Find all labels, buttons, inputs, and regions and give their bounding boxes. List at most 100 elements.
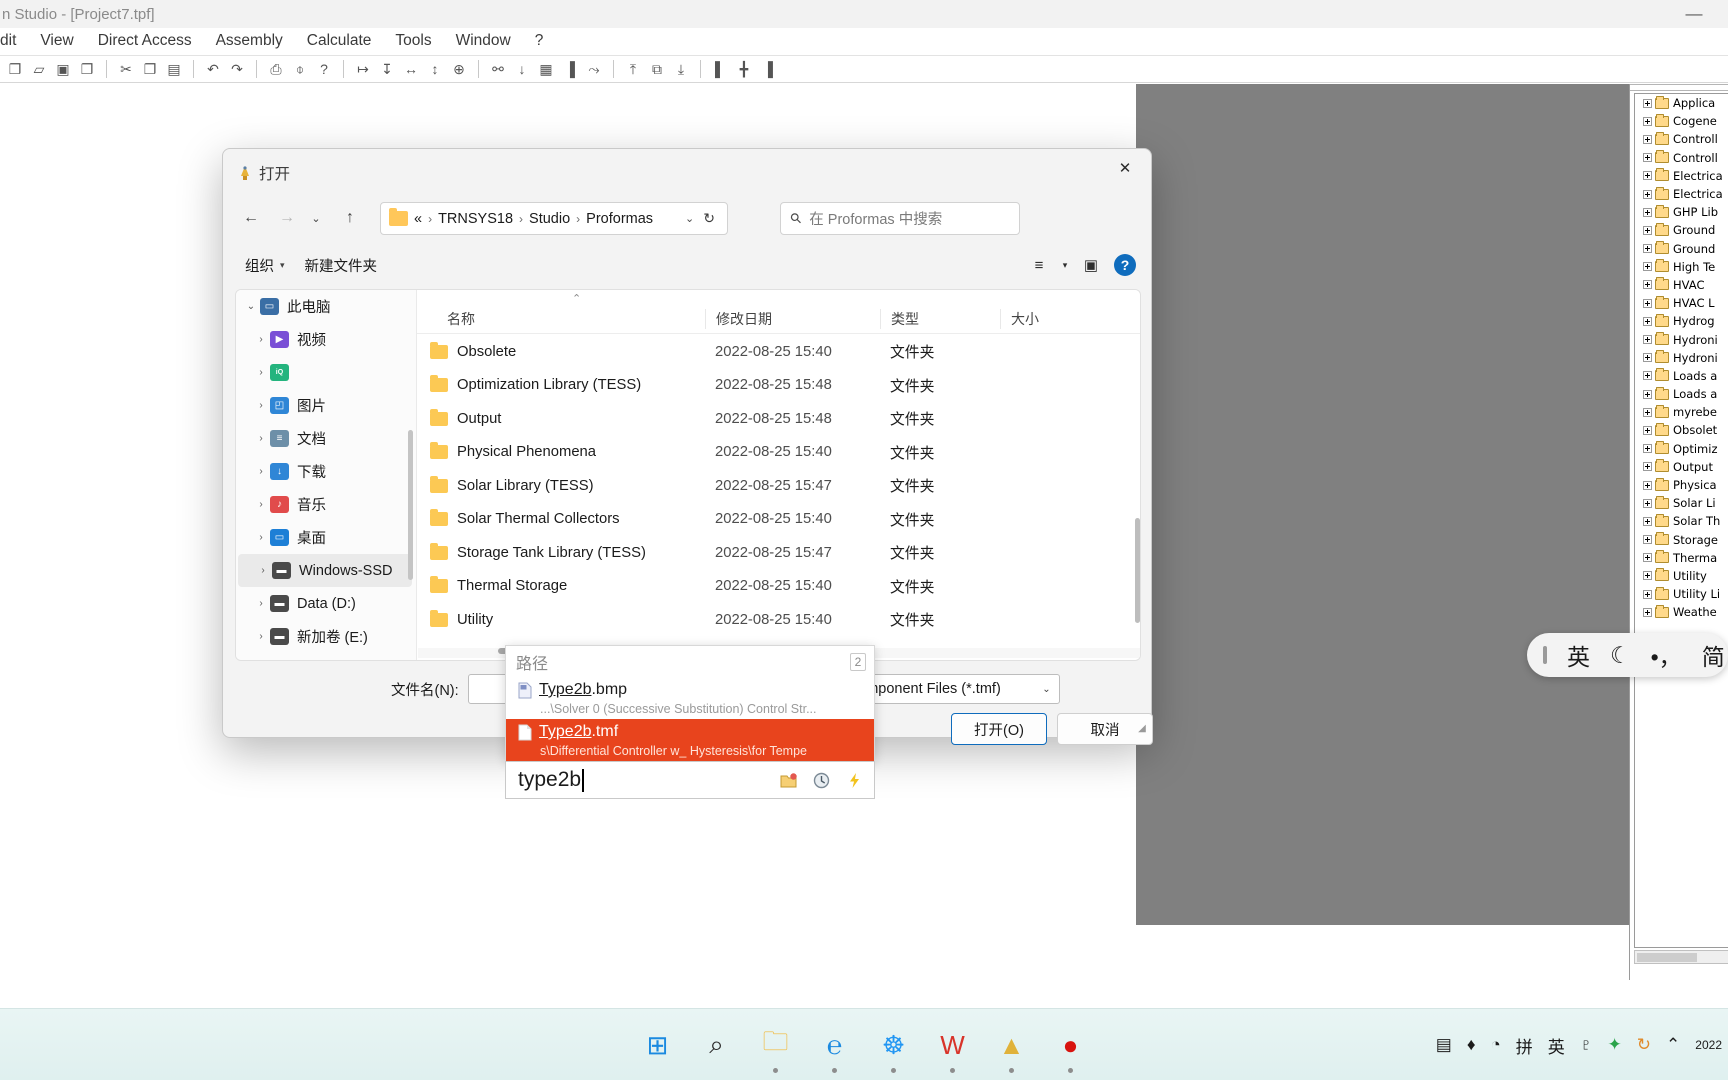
tree-item[interactable]: Optimiz (1635, 440, 1728, 458)
save-icon[interactable]: ▣ (52, 58, 74, 80)
trnsys-icon[interactable]: ▲ (995, 1028, 1029, 1062)
expand-icon[interactable] (1643, 426, 1652, 435)
tree-item[interactable]: HVAC (1635, 276, 1728, 294)
menu-item-view[interactable]: View (28, 32, 85, 50)
align-horizontal-icon[interactable]: ↦ (352, 58, 374, 80)
file-list-scrollbar[interactable] (1135, 518, 1140, 623)
column-header-type[interactable]: 类型 (880, 309, 1000, 329)
help-button[interactable]: ? (1109, 250, 1141, 280)
file-explorer-icon[interactable]: 🗀 (759, 1028, 793, 1062)
ime-drag-handle[interactable] (1543, 646, 1547, 664)
chevron-up-icon[interactable]: ⌃ (1666, 1035, 1680, 1055)
expand-icon[interactable] (1643, 244, 1652, 253)
chevron-right-icon[interactable]: › (252, 367, 270, 378)
menu-item-help[interactable]: ? (523, 32, 556, 50)
tree-item[interactable]: Hydroni (1635, 349, 1728, 367)
edge-icon[interactable]: ℮ (818, 1028, 852, 1062)
tree-item[interactable]: Controll (1635, 149, 1728, 167)
chevron-right-icon[interactable]: › (252, 598, 270, 609)
back-button[interactable]: ← (236, 203, 266, 233)
nav-pane-item-音乐[interactable]: ›♪音乐 (236, 488, 416, 521)
expand-icon[interactable] (1643, 353, 1652, 362)
tree-item[interactable]: High Te (1635, 258, 1728, 276)
close-icon[interactable]: ✕ (1103, 153, 1147, 183)
expand-icon[interactable] (1643, 226, 1652, 235)
chevron-right-icon[interactable]: › (252, 466, 270, 477)
table-row[interactable]: Physical Phenomena2022-08-25 15:40文件夹 (417, 436, 1141, 470)
file-list-pane[interactable]: ⌃ 名称 修改日期 类型 大小 Obsolete2022-08-25 15:40… (417, 290, 1141, 660)
nav-pane-item-图片[interactable]: ›◰图片 (236, 389, 416, 422)
autocomplete-item[interactable]: Type2b.tmfs\Differential Controller w_ H… (506, 719, 874, 761)
autocomplete-items[interactable]: Type2b.bmp...\Solver 0 (Successive Subst… (506, 677, 874, 761)
distribute-v-icon[interactable]: ↕ (424, 58, 446, 80)
tree-item[interactable]: Ground (1635, 221, 1728, 239)
tree-horizontal-scrollbar[interactable] (1634, 950, 1728, 964)
expand-icon[interactable] (1643, 517, 1652, 526)
tree-item[interactable]: Storage (1635, 531, 1728, 549)
tree-item[interactable]: Hydroni (1635, 330, 1728, 348)
taskbar-clock[interactable]: 2022 (1695, 1038, 1722, 1053)
expand-icon[interactable] (1643, 571, 1652, 580)
tree-item[interactable]: HVAC L (1635, 294, 1728, 312)
expand-icon[interactable] (1643, 190, 1652, 199)
nav-pane-scrollbar[interactable] (408, 430, 413, 580)
autocomplete-item[interactable]: Type2b.bmp...\Solver 0 (Successive Subst… (506, 677, 874, 719)
minimize-button[interactable]: — (1674, 2, 1714, 26)
expand-icon[interactable] (1643, 481, 1652, 490)
forward-button[interactable]: → (272, 203, 302, 233)
expand-icon[interactable] (1643, 335, 1652, 344)
tree-item[interactable]: myrebe (1635, 403, 1728, 421)
resize-grip[interactable]: ◢ (1136, 723, 1148, 735)
table-row[interactable]: Solar Library (TESS)2022-08-25 15:47文件夹 (417, 469, 1141, 503)
table-row[interactable]: Utility2022-08-25 15:40文件夹 (417, 603, 1141, 637)
expand-icon[interactable] (1643, 153, 1652, 162)
open-icon[interactable]: ▱ (28, 58, 50, 80)
address-bar[interactable]: « › TRNSYS18 › Studio › Proformas ⌄ ↻ (380, 202, 728, 235)
table-row[interactable]: Output2022-08-25 15:48文件夹 (417, 402, 1141, 436)
search-icon[interactable]: ⌕ (700, 1028, 734, 1062)
tree-item[interactable]: Obsolet (1635, 421, 1728, 439)
expand-icon[interactable] (1643, 117, 1652, 126)
table-row[interactable]: Optimization Library (TESS)2022-08-25 15… (417, 369, 1141, 403)
open-button[interactable]: 打开(O) (951, 713, 1047, 745)
menu-item-calculate[interactable]: Calculate (295, 32, 384, 50)
copy-icon[interactable]: ❐ (139, 58, 161, 80)
new-icon[interactable]: ❐ (4, 58, 26, 80)
expand-icon[interactable] (1643, 371, 1652, 380)
wifi-icon[interactable]: ◔ (1491, 1035, 1501, 1055)
expand-icon[interactable] (1643, 535, 1652, 544)
tree-item[interactable]: Output (1635, 458, 1728, 476)
wps-icon[interactable]: W (936, 1028, 970, 1062)
tree-item[interactable]: Therma (1635, 549, 1728, 567)
nav-pane-item-Data (D:)[interactable]: ›▬Data (D:) (236, 587, 416, 620)
ime-pinyin-icon[interactable]: 拼 (1516, 1033, 1533, 1058)
group-left-icon[interactable]: ▌ (709, 58, 731, 80)
distribute-h-icon[interactable]: ↔ (400, 58, 422, 80)
align-bottom-icon[interactable]: ⤓ (670, 58, 692, 80)
expand-icon[interactable] (1643, 408, 1652, 417)
nav-pane-item-文档[interactable]: ›≡文档 (236, 422, 416, 455)
new-folder-button[interactable]: 新建文件夹 (295, 250, 388, 280)
sync-icon[interactable]: ↻ (1637, 1035, 1651, 1055)
tree-item[interactable]: Solar Li (1635, 494, 1728, 512)
battery-icon[interactable]: ▤ (1436, 1035, 1452, 1055)
ime-floating-bar[interactable]: 英 ☾ •， 简 (1527, 633, 1728, 677)
column-header-size[interactable]: 大小 (1000, 309, 1110, 329)
start-icon[interactable]: ⊞ (641, 1028, 675, 1062)
ime-lang-icon[interactable]: 英 (1548, 1033, 1565, 1058)
save-all-icon[interactable]: ❐ (76, 58, 98, 80)
menu-item-assembly[interactable]: Assembly (204, 32, 295, 50)
paste-icon[interactable]: ▤ (163, 58, 185, 80)
chevron-down-icon[interactable]: ▾ (1057, 250, 1073, 280)
group-right-icon[interactable]: ▐ (757, 58, 779, 80)
chevron-right-icon[interactable]: › (252, 499, 270, 510)
organize-button[interactable]: 组织 ▾ (235, 250, 295, 280)
align-top-icon[interactable]: ⤒ (622, 58, 644, 80)
tree-item[interactable]: Applica (1635, 94, 1728, 112)
direct-access-tree[interactable]: ApplicaCogeneControllControllElectricaEl… (1634, 93, 1728, 948)
tree-item[interactable]: Cogene (1635, 112, 1728, 130)
chevron-down-icon[interactable]: ⌄ (242, 301, 260, 312)
expand-icon[interactable] (1643, 590, 1652, 599)
tree-item[interactable]: Hydrog (1635, 312, 1728, 330)
search-box[interactable]: ⚲ 在 Proformas 中搜索 (780, 202, 1020, 235)
